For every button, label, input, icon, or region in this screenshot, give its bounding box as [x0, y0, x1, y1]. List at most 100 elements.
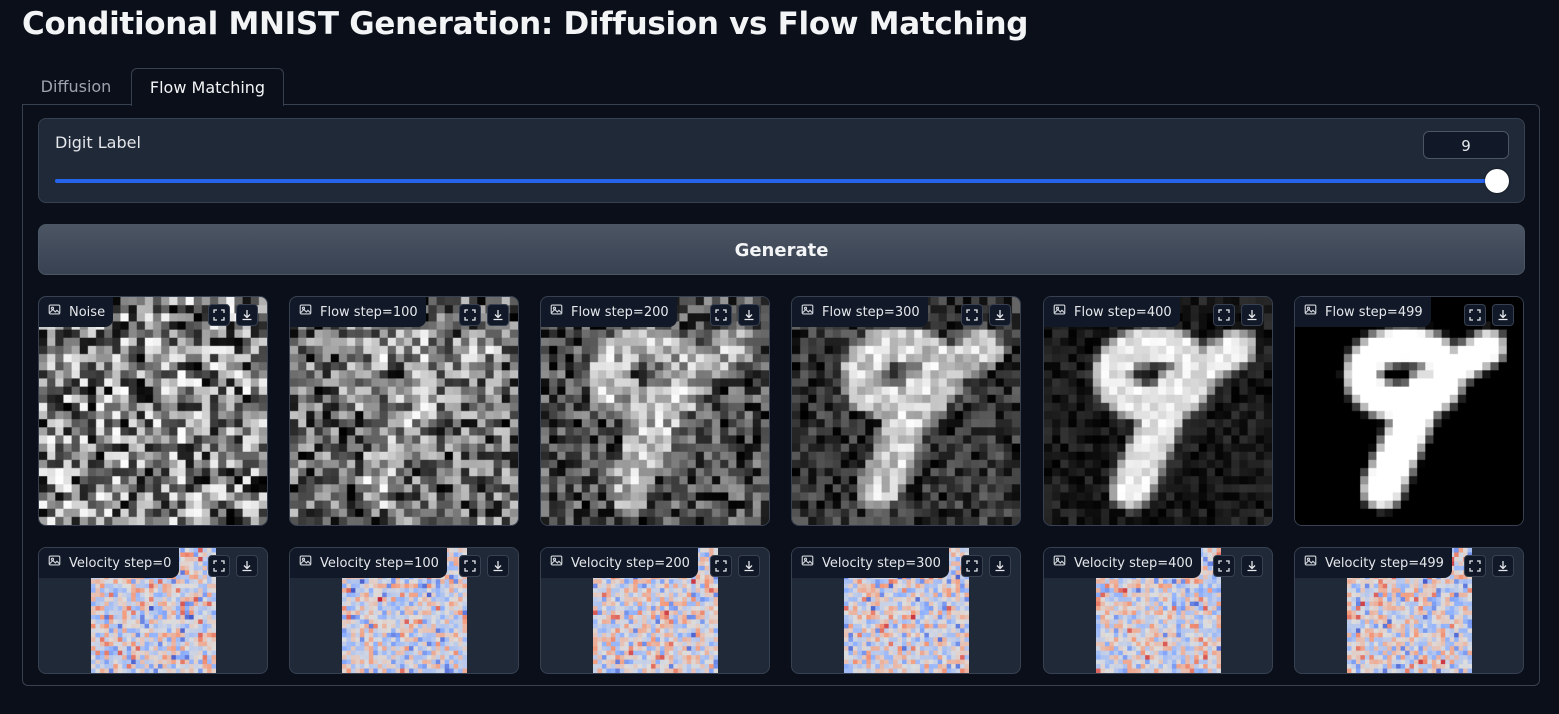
- download-icon: [994, 557, 1006, 576]
- flow-image: [39, 297, 267, 525]
- flow-image-card: Flow step=200: [540, 296, 770, 526]
- fullscreen-icon: [464, 557, 476, 576]
- download-button[interactable]: [236, 304, 258, 326]
- download-button[interactable]: [236, 555, 258, 577]
- velocity-image-card: Velocity step=300: [791, 547, 1021, 674]
- velocity-image-card: Velocity step=499: [1294, 547, 1524, 674]
- fullscreen-icon: [966, 306, 978, 325]
- image-label-text: Flow step=400: [1074, 304, 1172, 320]
- fullscreen-icon: [213, 557, 225, 576]
- download-button[interactable]: [1492, 304, 1514, 326]
- slider-fill: [55, 179, 1497, 183]
- slider-thumb[interactable]: [1485, 169, 1509, 193]
- image-label: Flow step=200: [541, 297, 677, 327]
- image-label-text: Flow step=200: [571, 304, 669, 320]
- fullscreen-icon: [966, 557, 978, 576]
- image-label: Flow step=400: [1044, 297, 1180, 327]
- flow-image-card: Flow step=499: [1294, 296, 1524, 526]
- fullscreen-icon: [715, 306, 727, 325]
- image-icon: [1304, 548, 1317, 579]
- image-label: Velocity step=400: [1044, 548, 1201, 578]
- image-label: Flow step=100: [290, 297, 426, 327]
- image-label-text: Velocity step=0: [69, 555, 172, 571]
- fullscreen-button[interactable]: [208, 555, 230, 577]
- image-label: Flow step=300: [792, 297, 928, 327]
- flow-image: [1295, 297, 1523, 525]
- fullscreen-icon: [1469, 557, 1481, 576]
- image-icon: [550, 297, 563, 328]
- fullscreen-button[interactable]: [710, 555, 732, 577]
- image-label: Noise: [39, 297, 114, 328]
- image-icon: [299, 297, 312, 328]
- download-button[interactable]: [1241, 304, 1263, 326]
- image-icon: [48, 297, 61, 328]
- image-icon: [48, 548, 61, 579]
- image-icon: [299, 548, 312, 579]
- download-button[interactable]: [738, 555, 760, 577]
- download-icon: [994, 306, 1006, 325]
- image-label: Velocity step=0: [39, 548, 180, 579]
- download-button[interactable]: [989, 555, 1011, 577]
- image-label-text: Velocity step=400: [1074, 555, 1193, 571]
- fullscreen-button[interactable]: [1464, 304, 1486, 326]
- digit-label-slider-block: Digit Label 9: [38, 118, 1525, 203]
- slider-number-input[interactable]: 9: [1423, 131, 1509, 159]
- flow-image: [792, 297, 1020, 525]
- image-label: Flow step=499: [1295, 297, 1431, 327]
- page-title: Conditional MNIST Generation: Diffusion …: [22, 6, 1029, 42]
- fullscreen-button[interactable]: [459, 304, 481, 326]
- velocity-image-card: Velocity step=100: [289, 547, 519, 674]
- download-button[interactable]: [487, 555, 509, 577]
- fullscreen-button[interactable]: [1464, 555, 1486, 577]
- image-icon: [1053, 297, 1066, 328]
- image-label-text: Velocity step=499: [1325, 555, 1444, 571]
- slider-track[interactable]: [55, 169, 1509, 193]
- flow-image-card: Noise: [38, 296, 268, 526]
- image-label: Velocity step=300: [792, 548, 949, 578]
- download-button[interactable]: [1492, 555, 1514, 577]
- fullscreen-button[interactable]: [961, 555, 983, 577]
- image-label-text: Velocity step=100: [320, 555, 439, 571]
- fullscreen-icon: [213, 306, 225, 325]
- image-label: Velocity step=499: [1295, 548, 1452, 578]
- image-label-text: Velocity step=200: [571, 555, 690, 571]
- image-label: Velocity step=100: [290, 548, 447, 578]
- fullscreen-button[interactable]: [1213, 555, 1235, 577]
- fullscreen-button[interactable]: [208, 304, 230, 326]
- download-icon: [1246, 306, 1258, 325]
- image-label-text: Flow step=499: [1325, 304, 1423, 320]
- image-icon: [550, 548, 563, 579]
- flow-image: [1044, 297, 1272, 525]
- fullscreen-button[interactable]: [961, 304, 983, 326]
- fullscreen-icon: [1218, 306, 1230, 325]
- fullscreen-icon: [1218, 557, 1230, 576]
- image-label-text: Noise: [69, 304, 106, 320]
- fullscreen-button[interactable]: [459, 555, 481, 577]
- image-label-text: Velocity step=300: [822, 555, 941, 571]
- velocity-image-card: Velocity step=0: [38, 547, 268, 674]
- download-icon: [1497, 306, 1509, 325]
- flow-image-card: Flow step=300: [791, 296, 1021, 526]
- flow-image-card: Flow step=400: [1043, 296, 1273, 526]
- tab-flow-matching[interactable]: Flow Matching: [131, 68, 284, 106]
- velocity-image-card: Velocity step=200: [540, 547, 770, 674]
- fullscreen-button[interactable]: [710, 304, 732, 326]
- image-icon: [801, 297, 814, 328]
- download-icon: [241, 557, 253, 576]
- download-button[interactable]: [738, 304, 760, 326]
- image-label: Velocity step=200: [541, 548, 698, 578]
- fullscreen-button[interactable]: [1213, 304, 1235, 326]
- flow-image-card: Flow step=100: [289, 296, 519, 526]
- download-button[interactable]: [1241, 555, 1263, 577]
- velocity-image-card: Velocity step=400: [1043, 547, 1273, 674]
- tab-diffusion[interactable]: Diffusion: [22, 68, 130, 104]
- download-icon: [1497, 557, 1509, 576]
- download-icon: [492, 306, 504, 325]
- fullscreen-icon: [1469, 306, 1481, 325]
- download-icon: [1246, 557, 1258, 576]
- image-label-text: Flow step=300: [822, 304, 920, 320]
- download-button[interactable]: [989, 304, 1011, 326]
- generate-button[interactable]: Generate: [38, 224, 1525, 275]
- download-button[interactable]: [487, 304, 509, 326]
- image-icon: [1304, 297, 1317, 328]
